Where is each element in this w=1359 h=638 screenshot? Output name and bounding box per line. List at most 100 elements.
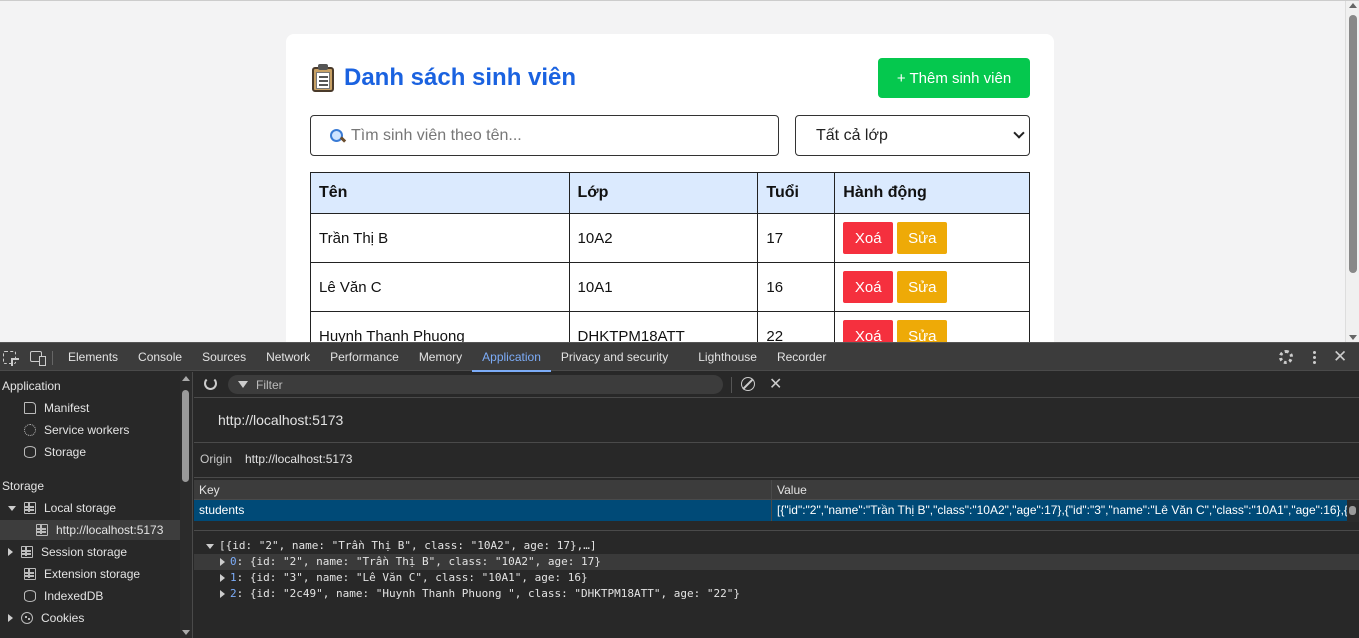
table-header-row: Tên Lớp Tuổi Hành động — [310, 172, 1030, 214]
cell-name: Huynh Thanh Phuong — [310, 311, 570, 342]
sidebar-item-session-storage[interactable]: Session storage — [8, 545, 127, 559]
sidebar-scrollbar[interactable] — [180, 372, 192, 638]
value-preview-tree: [{id: "2", name: "Trần Thị B", class: "1… — [194, 530, 1359, 638]
tab-elements[interactable]: Elements — [58, 343, 128, 372]
tree-root[interactable]: [{id: "2", name: "Trần Thị B", class: "1… — [194, 538, 1359, 554]
more-options-icon[interactable] — [1312, 350, 1316, 364]
caret-right-icon[interactable] — [8, 614, 13, 622]
cell-age: 17 — [757, 213, 836, 263]
sidebar-heading-application: Application — [2, 379, 61, 393]
gears-icon — [24, 424, 36, 436]
refresh-icon[interactable] — [204, 377, 217, 390]
sidebar-item-service-workers[interactable]: Service workers — [24, 423, 129, 437]
tree-item[interactable]: 1: {id: "3", name: "Lê Văn C", class: "1… — [194, 570, 1359, 586]
scroll-up-icon[interactable] — [182, 376, 190, 381]
search-input[interactable] — [351, 126, 751, 145]
page-scrollbar[interactable] — [1345, 1, 1359, 342]
tab-network[interactable]: Network — [256, 343, 320, 372]
tab-console[interactable]: Console — [128, 343, 192, 372]
sidebar-item-storage[interactable]: Storage — [24, 445, 86, 459]
tab-sources[interactable]: Sources — [192, 343, 256, 372]
tree-item-index: 2 — [230, 587, 237, 600]
origin-title: http://localhost:5173 — [218, 412, 344, 428]
scroll-thumb[interactable] — [1349, 506, 1356, 515]
edit-button[interactable]: Sửa — [897, 320, 948, 342]
scroll-down-icon[interactable] — [1349, 335, 1357, 340]
filter-input[interactable] — [256, 377, 696, 392]
kv-row[interactable]: students [{"id":"2","name":"Trần Thị B",… — [194, 500, 1359, 521]
storage-viewer: ✕ http://localhost:5173 Origin http://lo… — [194, 372, 1359, 638]
student-card: Danh sách sinh viên + Thêm sinh viên Tất… — [286, 34, 1054, 342]
caret-right-icon[interactable] — [8, 548, 13, 556]
sidebar-item-manifest[interactable]: Manifest — [24, 401, 89, 415]
close-devtools-icon[interactable]: ✕ — [1333, 348, 1349, 365]
edit-button[interactable]: Sửa — [897, 271, 948, 303]
caret-right-icon[interactable] — [220, 590, 225, 598]
cell-actions: Xoá Sửa — [834, 213, 1030, 263]
tab-recorder[interactable]: Recorder — [767, 343, 836, 372]
tab-lighthouse[interactable]: Lighthouse — [688, 343, 767, 372]
settings-gear-icon[interactable] — [1279, 350, 1293, 364]
tree-item-text: : {id: "3", name: "Lê Văn C", class: "10… — [236, 571, 588, 584]
header-class: Lớp — [568, 172, 759, 214]
kv-scrollbar[interactable] — [1347, 500, 1359, 522]
page-title-text: Danh sách sinh viên — [344, 64, 577, 91]
sidebar-item-extension-storage[interactable]: Extension storage — [24, 567, 140, 581]
kv-value-cell[interactable]: [{"id":"2","name":"Trần Thị B","class":"… — [772, 500, 1347, 521]
kv-key-cell[interactable]: students — [194, 500, 772, 521]
storage-toolbar: ✕ — [194, 372, 1359, 398]
caret-right-icon[interactable] — [220, 574, 225, 582]
add-student-button[interactable]: + Thêm sinh viên — [878, 58, 1030, 98]
scroll-up-icon[interactable] — [1349, 3, 1357, 8]
header-age: Tuổi — [757, 172, 836, 214]
class-filter-select[interactable]: Tất cả lớp — [795, 115, 1030, 156]
tree-item[interactable]: 0: {id: "2", name: "Trần Thị B", class: … — [194, 554, 1359, 570]
table-icon — [21, 546, 33, 558]
sidebar-item-label: Cookies — [41, 611, 85, 625]
caret-right-icon[interactable] — [220, 558, 225, 566]
delete-button[interactable]: Xoá — [843, 320, 894, 342]
sidebar-item-indexeddb[interactable]: IndexedDB — [24, 589, 103, 603]
scroll-thumb[interactable] — [1349, 15, 1357, 273]
tab-application[interactable]: Application — [472, 343, 551, 372]
tree-item-index: 0 — [230, 555, 237, 568]
card-header: Danh sách sinh viên + Thêm sinh viên — [310, 58, 1030, 98]
sidebar-item-local-storage-origin[interactable]: http://localhost:5173 — [0, 520, 180, 540]
sidebar-item-local-storage[interactable]: Local storage — [8, 501, 116, 515]
sidebar-item-label: Session storage — [41, 545, 128, 559]
device-toolbar-icon[interactable] — [30, 351, 46, 366]
document-icon — [24, 402, 36, 414]
sidebar-item-label: Storage — [44, 445, 87, 459]
cell-actions: Xoá Sửa — [834, 262, 1030, 312]
sidebar-item-label: IndexedDB — [44, 589, 104, 603]
toolbar-divider — [731, 377, 732, 393]
clear-all-icon[interactable] — [741, 377, 755, 391]
tab-memory[interactable]: Memory — [409, 343, 472, 372]
inspect-element-icon[interactable] — [3, 351, 19, 366]
caret-down-icon[interactable] — [8, 505, 16, 511]
sidebar-heading-storage: Storage — [2, 479, 45, 493]
scroll-thumb[interactable] — [182, 390, 189, 482]
tab-performance[interactable]: Performance — [320, 343, 409, 372]
tab-privacy-security[interactable]: Privacy and security — [551, 343, 678, 372]
toolbar-divider — [52, 351, 53, 365]
delete-button[interactable]: Xoá — [843, 222, 894, 254]
edit-button[interactable]: Sửa — [897, 222, 948, 254]
kv-header-value[interactable]: Value — [772, 480, 1347, 499]
delete-button[interactable]: Xoá — [843, 271, 894, 303]
search-field[interactable] — [310, 115, 779, 156]
sidebar-item-cookies[interactable]: Cookies — [8, 611, 84, 625]
chevron-down-icon — [1013, 127, 1025, 139]
cookie-icon — [21, 612, 33, 624]
delete-selected-icon[interactable]: ✕ — [769, 374, 782, 394]
tree-item[interactable]: 2: {id: "2c49", name: "Huynh Thanh Phuon… — [194, 586, 1359, 602]
page-title: Danh sách sinh viên — [310, 64, 576, 92]
cell-class: 10A2 — [568, 213, 759, 263]
caret-down-icon[interactable] — [206, 543, 214, 549]
table-row: Trần Thị B 10A2 17 Xoá Sửa — [310, 213, 1030, 263]
scroll-down-icon[interactable] — [182, 630, 190, 635]
kv-header-key[interactable]: Key — [194, 480, 772, 499]
class-filter-value: Tất cả lớp — [816, 126, 888, 144]
page-viewport: Danh sách sinh viên + Thêm sinh viên Tất… — [0, 0, 1359, 342]
filter-field[interactable] — [228, 375, 723, 394]
